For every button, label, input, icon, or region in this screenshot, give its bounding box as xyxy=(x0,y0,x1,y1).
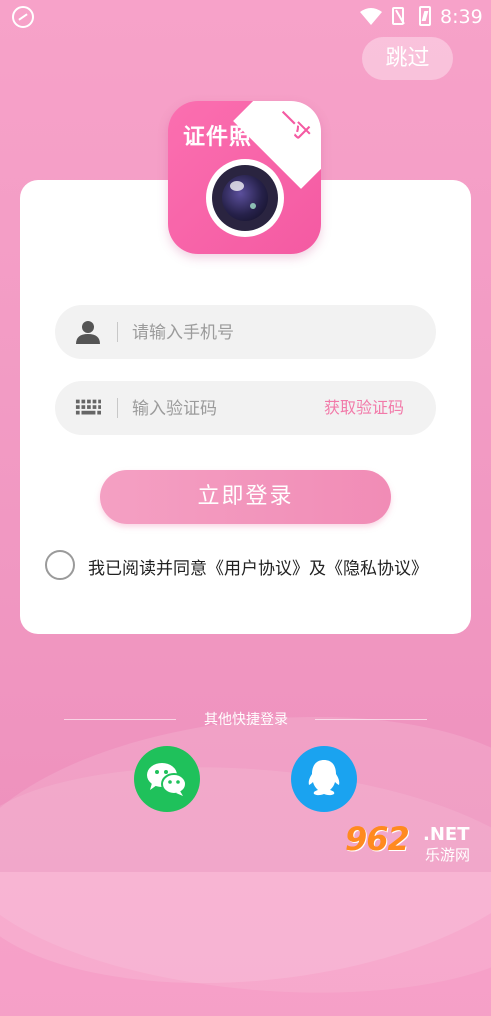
phone-input-row xyxy=(55,305,436,361)
verification-code-input[interactable] xyxy=(130,381,314,437)
input-divider xyxy=(117,398,118,418)
watermark-logo: 962 xyxy=(345,820,410,858)
status-time: 8:39 xyxy=(440,6,483,28)
wifi-icon xyxy=(360,8,382,25)
no-sim-icon xyxy=(392,7,404,25)
app-logo: 一寸 证件照 xyxy=(168,101,321,254)
watermark-sub: 乐游网 xyxy=(425,846,471,864)
sync-icon xyxy=(12,6,34,28)
battery-charging-icon xyxy=(419,6,431,26)
watermark: 962 .NET 乐游网 xyxy=(345,820,485,866)
camera-lens-icon xyxy=(206,159,284,237)
phone-input[interactable] xyxy=(130,305,314,361)
wechat-icon xyxy=(147,763,187,796)
user-icon xyxy=(76,321,100,344)
agreement-checkbox[interactable] xyxy=(45,550,75,580)
divider-line xyxy=(315,719,427,720)
other-login-title: 其他快捷登录 xyxy=(204,712,288,728)
input-divider xyxy=(117,322,118,342)
skip-button[interactable]: 跳过 xyxy=(362,37,453,80)
get-code-button[interactable]: 获取验证码 xyxy=(324,381,404,435)
logo-title: 证件照 xyxy=(183,125,253,150)
wechat-login-button[interactable] xyxy=(134,746,200,812)
qq-icon xyxy=(308,760,340,796)
keyboard-icon xyxy=(75,399,101,415)
status-bar: 8:39 xyxy=(0,0,491,36)
login-button[interactable]: 立即登录 xyxy=(100,470,391,524)
agreement-text[interactable]: 我已阅读并同意《用户协议》及《隐私协议》 xyxy=(88,554,428,579)
watermark-suffix: .NET xyxy=(423,824,470,845)
divider-line xyxy=(64,719,176,720)
code-input-row: 获取验证码 xyxy=(55,381,436,437)
qq-login-button[interactable] xyxy=(291,746,357,812)
